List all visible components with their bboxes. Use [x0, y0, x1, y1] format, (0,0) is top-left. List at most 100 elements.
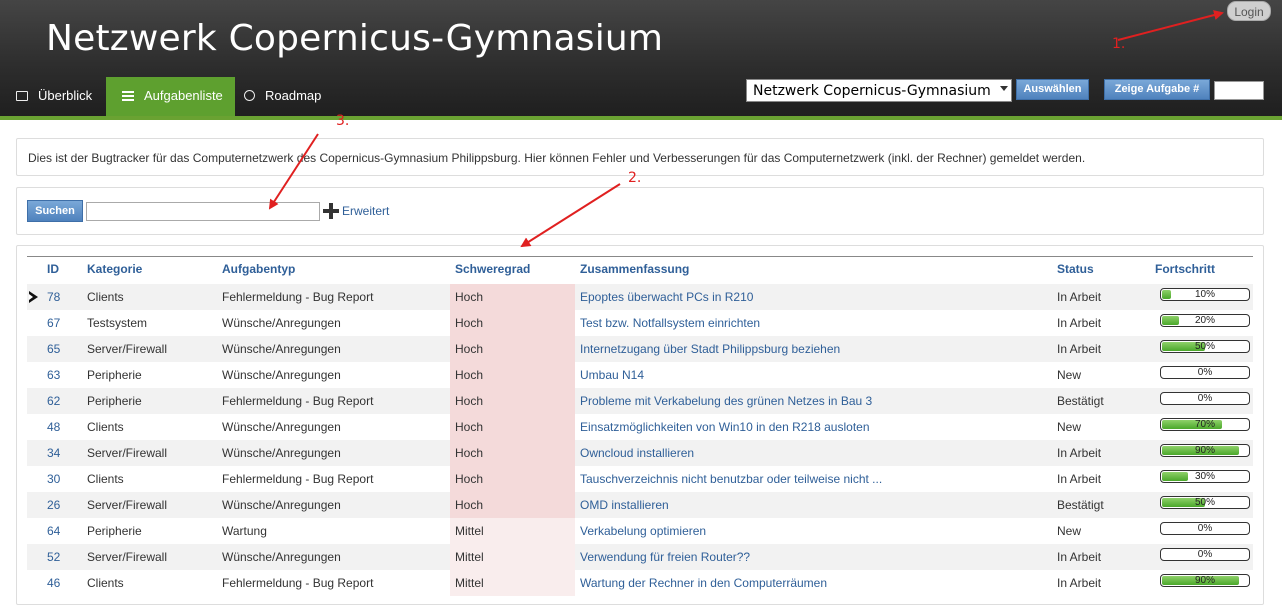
task-id-link[interactable]: 78 [47, 290, 60, 304]
tab-label: Roadmap [265, 88, 322, 103]
intro-text: Dies ist der Bugtracker für das Computer… [28, 151, 1086, 165]
summary-link[interactable]: Tauschverzeichnis nicht benutzbar oder t… [580, 472, 882, 486]
advanced-search-link[interactable]: Erweitert [342, 204, 389, 218]
column-header-id[interactable]: ID [47, 262, 59, 276]
summary-link[interactable]: Verkabelung optimieren [580, 524, 706, 538]
task-id-link[interactable]: 67 [47, 316, 60, 330]
task-type-cell: Wünsche/Anregungen [222, 316, 341, 330]
task-type-cell: Wünsche/Anregungen [222, 498, 341, 512]
table-row[interactable]: 62 Peripherie Fehlermeldung - Bug Report Ho… [27, 388, 1253, 414]
status-cell: In Arbeit [1057, 576, 1102, 590]
summary-link[interactable]: Epoptes überwacht PCs in R210 [580, 290, 753, 304]
summary-link[interactable]: OMD installieren [580, 498, 669, 512]
task-id-link[interactable]: 63 [47, 368, 60, 382]
annotation-label-3: 3. [336, 113, 350, 129]
current-row-pointer-icon [29, 291, 39, 303]
category-cell: Server/Firewall [87, 446, 168, 460]
column-header-status[interactable]: Status [1057, 262, 1094, 276]
clock-icon [244, 90, 255, 101]
plus-icon[interactable] [323, 203, 339, 219]
annotation-label-2: 2. [628, 170, 642, 186]
progress-label: 20% [1194, 315, 1215, 326]
task-type-cell: Wünsche/Anregungen [222, 550, 341, 564]
tab-aufgabenliste[interactable]: Aufgabenliste [106, 77, 235, 116]
login-button[interactable]: Login [1227, 1, 1271, 21]
task-id-link[interactable]: 30 [47, 472, 60, 486]
task-table-body: 78 Clients Fehlermeldung - Bug Report Hoch E… [27, 284, 1253, 596]
table-row[interactable]: 30 Clients Fehlermeldung - Bug Report Hoch T… [27, 466, 1253, 492]
summary-link[interactable]: Probleme mit Verkabelung des grünen Netz… [580, 394, 872, 408]
category-cell: Testsystem [87, 316, 148, 330]
severity-cell: Hoch [455, 394, 484, 408]
search-button[interactable]: Suchen [27, 200, 83, 222]
table-row[interactable]: 64 Peripherie Wartung Mittel Verkabelung opt… [27, 518, 1253, 544]
tab-ueberblick[interactable]: Überblick [0, 77, 104, 116]
site-title[interactable]: Netzwerk Copernicus-Gymnasium [46, 18, 663, 59]
task-id-link[interactable]: 64 [47, 524, 60, 538]
task-id-link[interactable]: 26 [47, 498, 60, 512]
table-row[interactable]: 52 Server/Firewall Wünsche/Anregungen Mitte… [27, 544, 1253, 570]
status-cell: New [1057, 420, 1082, 434]
severity-cell: Hoch [455, 290, 484, 304]
summary-link[interactable]: Verwendung für freien Router?? [580, 550, 750, 564]
severity-cell: Mittel [455, 576, 484, 590]
column-header-fortschritt[interactable]: Fortschritt [1155, 262, 1215, 276]
progress-bar: 50% [1160, 496, 1250, 509]
chevron-down-icon [1000, 86, 1008, 91]
table-row[interactable]: 48 Clients Wünsche/Anregungen Hoch Einsatzmö… [27, 414, 1253, 440]
summary-link[interactable]: Owncloud installieren [580, 446, 694, 460]
task-type-cell: Wünsche/Anregungen [222, 342, 341, 356]
progress-label: 10% [1194, 289, 1215, 300]
status-cell: In Arbeit [1057, 290, 1102, 304]
project-select[interactable]: Netzwerk Copernicus-Gymnasium [746, 79, 1012, 102]
project-select-value: Netzwerk Copernicus-Gymnasium [753, 83, 991, 99]
column-header-kategorie[interactable]: Kategorie [87, 262, 142, 276]
header-bar: Netzwerk Copernicus-Gymnasium Login Über… [0, 0, 1282, 116]
column-header-aufgabentyp[interactable]: Aufgabentyp [222, 262, 295, 276]
summary-link[interactable]: Wartung der Rechner in den Computerräume… [580, 576, 827, 590]
summary-link[interactable]: Umbau N14 [580, 368, 644, 382]
severity-cell: Hoch [455, 420, 484, 434]
table-row[interactable]: 63 Peripherie Wünsche/Anregungen Hoch Umbau … [27, 362, 1253, 388]
table-row[interactable]: 34 Server/Firewall Wünsche/Anregungen Hoch O… [27, 440, 1253, 466]
category-cell: Clients [87, 290, 124, 304]
progress-bar: 50% [1160, 340, 1250, 353]
task-type-cell: Wünsche/Anregungen [222, 420, 341, 434]
task-number-input[interactable] [1214, 81, 1264, 100]
summary-link[interactable]: Internetzugang über Stadt Philippsburg b… [580, 342, 840, 356]
tab-roadmap[interactable]: Roadmap [228, 77, 333, 116]
progress-label: 0% [1197, 523, 1213, 534]
summary-link[interactable]: Test bzw. Notfallsystem einrichten [580, 316, 760, 330]
severity-cell: Hoch [455, 498, 484, 512]
status-cell: Bestätigt [1057, 394, 1104, 408]
show-task-button[interactable]: Zeige Aufgabe # [1104, 79, 1210, 100]
progress-bar: 10% [1160, 288, 1250, 301]
progress-bar: 20% [1160, 314, 1250, 327]
status-cell: New [1057, 524, 1082, 538]
progress-label: 30% [1194, 471, 1215, 482]
column-header-zusammenfassung[interactable]: Zusammenfassung [580, 262, 689, 276]
task-id-link[interactable]: 48 [47, 420, 60, 434]
task-id-link[interactable]: 52 [47, 550, 60, 564]
progress-bar: 0% [1160, 392, 1250, 405]
severity-cell: Hoch [455, 342, 484, 356]
task-id-link[interactable]: 34 [47, 446, 60, 460]
column-header-schweregrad[interactable]: Schweregrad [455, 262, 530, 276]
progress-bar: 90% [1160, 444, 1250, 457]
progress-label: 0% [1197, 367, 1213, 378]
table-row[interactable]: 78 Clients Fehlermeldung - Bug Report Hoch E… [27, 284, 1253, 310]
table-row[interactable]: 67 Testsystem Wünsche/Anregungen Hoch Test b… [27, 310, 1253, 336]
table-row[interactable]: 46 Clients Fehlermeldung - Bug Report Mitte… [27, 570, 1253, 596]
status-cell: In Arbeit [1057, 316, 1102, 330]
table-row[interactable]: 65 Server/Firewall Wünsche/Anregungen Hoch I… [27, 336, 1253, 362]
task-id-link[interactable]: 46 [47, 576, 60, 590]
summary-link[interactable]: Einsatzmöglichkeiten von Win10 in den R2… [580, 420, 870, 434]
choose-project-button[interactable]: Auswählen [1016, 79, 1089, 100]
search-input[interactable] [86, 202, 320, 221]
table-row[interactable]: 26 Server/Firewall Wünsche/Anregungen Hoch O… [27, 492, 1253, 518]
task-id-link[interactable]: 62 [47, 394, 60, 408]
task-id-link[interactable]: 65 [47, 342, 60, 356]
category-cell: Clients [87, 576, 124, 590]
category-cell: Server/Firewall [87, 550, 168, 564]
task-type-cell: Fehlermeldung - Bug Report [222, 472, 374, 486]
